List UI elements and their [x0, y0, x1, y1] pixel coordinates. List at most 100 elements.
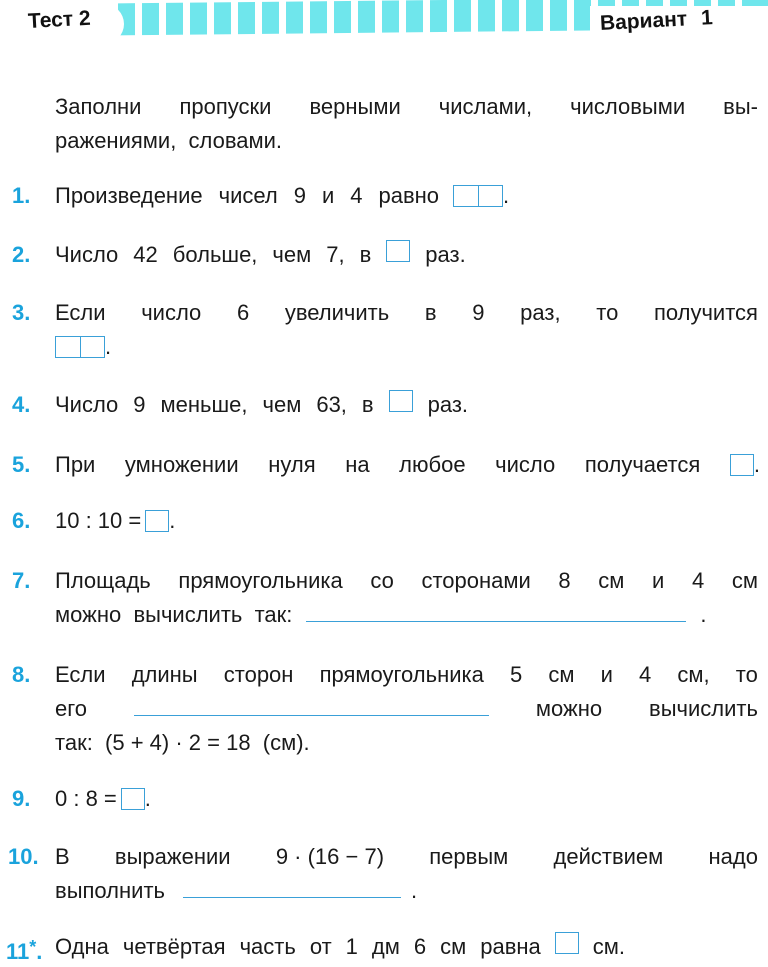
word: меньше,: [160, 392, 248, 417]
punctuation: .: [700, 602, 707, 627]
word: число: [141, 300, 202, 325]
expression: 0 : 8 =: [55, 786, 117, 811]
word: умножении: [124, 452, 239, 477]
test-label: Тест 2: [27, 6, 92, 33]
word: см: [598, 568, 625, 593]
word: четвёртая: [122, 934, 226, 959]
word: прямоугольника: [178, 568, 343, 593]
word: Одна: [55, 934, 109, 959]
word: и: [321, 183, 335, 208]
word: числовыми: [570, 94, 686, 119]
word: любое: [399, 452, 466, 477]
answer-box[interactable]: [729, 454, 754, 476]
question-7-line-1: Площадь прямоугольника со сторонами 8 см…: [55, 566, 758, 596]
word: раз.: [427, 392, 469, 417]
variant-word: Вариант: [599, 7, 688, 35]
instructions-line-1: Заполни пропуски верными числами, числов…: [55, 92, 758, 122]
question-9: 0 : 8 = .: [55, 784, 758, 814]
question-number-5: 5.: [12, 452, 31, 477]
expression: 10 : 10 =: [55, 508, 142, 533]
word: см: [440, 934, 467, 959]
question-number-11: 11*.: [6, 932, 42, 967]
punctuation: .: [410, 878, 418, 903]
word: чем: [272, 242, 312, 267]
word: и: [600, 662, 613, 687]
page-header: Тест 2 Вариант 1: [0, 0, 768, 48]
word: Число: [55, 392, 119, 417]
answer-blank-line[interactable]: [182, 887, 401, 898]
question-number-7: 7.: [12, 568, 31, 593]
word: раз.: [425, 242, 466, 267]
word: см.: [592, 934, 626, 959]
word: длины: [131, 662, 198, 687]
answer-box[interactable]: [554, 932, 579, 954]
question-number-8: 8.: [12, 662, 31, 687]
question-number-9: 9.: [12, 786, 31, 811]
punctuation: .: [169, 508, 176, 533]
word: см: [731, 568, 758, 593]
word: числами,: [438, 94, 533, 119]
answer-box[interactable]: [388, 390, 413, 412]
word: см,: [677, 662, 710, 687]
word: со: [370, 568, 394, 593]
word: выражении: [114, 844, 231, 869]
answer-box[interactable]: [386, 240, 411, 262]
word: в: [361, 392, 374, 417]
answer-blank-line[interactable]: [306, 611, 687, 622]
word: в: [359, 242, 372, 267]
text: можно вычислить так:: [55, 602, 293, 627]
text: так: (5 + 4) · 2 = 18 (см).: [55, 730, 310, 755]
question-number-3: 3.: [12, 300, 31, 325]
word: 9: [293, 183, 306, 208]
word: Произведение: [55, 183, 203, 208]
answer-box-double[interactable]: [55, 336, 105, 358]
instructions-line-2: ражениями, словами.: [55, 126, 758, 156]
word: можно: [535, 696, 603, 721]
text: ражениями, словами.: [55, 128, 283, 153]
word: Площадь: [55, 568, 151, 593]
word: действием: [553, 844, 664, 869]
punctuation: .: [36, 939, 43, 964]
word: число: [495, 452, 556, 477]
word: надо: [708, 844, 758, 869]
punctuation: .: [753, 452, 760, 477]
punctuation: .: [105, 334, 112, 359]
word: 6: [413, 934, 427, 959]
word: на: [345, 452, 370, 477]
word: больше,: [172, 242, 258, 267]
word: 4: [350, 183, 363, 208]
word: в: [424, 300, 437, 325]
question-8-line-3: так: (5 + 4) · 2 = 18 (см).: [55, 728, 758, 758]
answer-box[interactable]: [145, 510, 170, 532]
word: и: [652, 568, 665, 593]
question-number-2: 2.: [12, 242, 31, 267]
word: 42: [133, 242, 158, 267]
word: 8: [558, 568, 571, 593]
answer-box-double[interactable]: [453, 185, 504, 207]
question-7-line-2: можно вычислить так: .: [55, 600, 758, 630]
answer-box[interactable]: [120, 788, 145, 810]
answer-blank-line[interactable]: [133, 705, 489, 716]
question-11: Одна четвёртая часть от 1 дм 6 см равна …: [55, 932, 758, 962]
question-5: При умножении нуля на любое число получа…: [55, 450, 760, 480]
word: Если: [55, 662, 106, 687]
word: то: [735, 662, 758, 687]
variant-number: 1: [700, 6, 714, 30]
punctuation: .: [503, 183, 510, 208]
question-4: Число 9 меньше, чем 63, в раз.: [55, 390, 758, 420]
question-8-line-1: Если длины сторон прямоугольника 5 см и …: [55, 660, 758, 690]
word: от: [309, 934, 332, 959]
word: вычислить: [649, 696, 758, 721]
question-8-line-2: его можно вычислить: [55, 694, 758, 724]
word: получится: [653, 300, 758, 325]
word: 1: [345, 934, 358, 959]
expression: 9 · (16 − 7): [275, 844, 385, 869]
word: Если: [55, 300, 106, 325]
question-10-line-1: В выражении 9 · (16 − 7) первым действие…: [55, 842, 758, 872]
word: пропуски: [179, 94, 272, 119]
word: 4: [691, 568, 705, 593]
word: его: [55, 696, 88, 721]
number: 11: [6, 939, 30, 964]
word: раз,: [520, 300, 561, 325]
word: В: [55, 844, 70, 869]
